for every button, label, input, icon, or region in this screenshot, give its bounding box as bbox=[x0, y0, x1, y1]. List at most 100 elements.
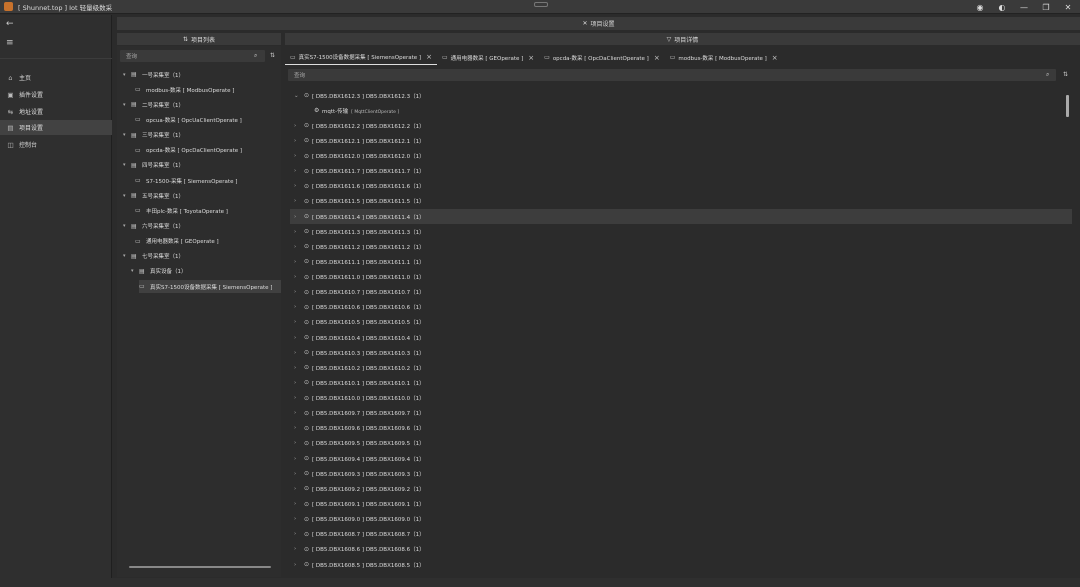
chevron-right-icon[interactable]: › bbox=[294, 244, 296, 250]
address-row[interactable]: › ⊙[ DB5.DBX1610.3 ] DB5.DBX1610.3（1） bbox=[290, 345, 1072, 360]
address-row[interactable]: › ⊙[ DB5.DBX1610.2 ] DB5.DBX1610.2（1） bbox=[290, 360, 1072, 375]
tree-group-node[interactable]: ▾ ▤ 七号采集室（1） bbox=[123, 250, 184, 263]
tree-device-node[interactable]: ▭ S7-1500-采集 [ SiemensOperate ] bbox=[135, 174, 237, 187]
tree-group-node[interactable]: ▾ ▤ 一号采集室（1） bbox=[123, 68, 184, 81]
address-row[interactable]: › ⊙[ DB5.DBX1609.6 ] DB5.DBX1609.6（1） bbox=[290, 421, 1072, 436]
address-row[interactable]: › ⊙[ DB5.DBX1611.7 ] DB5.DBX1611.7（1） bbox=[290, 164, 1072, 179]
vertical-scrollbar[interactable] bbox=[1066, 95, 1069, 117]
address-row[interactable]: › ⊙[ DB5.DBX1611.0 ] DB5.DBX1611.0（1） bbox=[290, 270, 1072, 285]
detail-sort-icon[interactable]: ⇅ bbox=[1063, 71, 1068, 78]
globe-icon[interactable]: ◉ bbox=[974, 3, 986, 12]
chevron-right-icon[interactable]: › bbox=[294, 335, 296, 341]
maximize-button[interactable]: ❐ bbox=[1040, 3, 1052, 12]
address-row[interactable]: › ⊙[ DB5.DBX1612.2 ] DB5.DBX1612.2（1） bbox=[290, 118, 1072, 133]
address-row[interactable]: › ⊙[ DB5.DBX1610.5 ] DB5.DBX1610.5（1） bbox=[290, 315, 1072, 330]
address-row[interactable]: › ⊙[ DB5.DBX1611.1 ] DB5.DBX1611.1（1） bbox=[290, 254, 1072, 269]
address-row[interactable]: › ⊙[ DB5.DBX1610.6 ] DB5.DBX1610.6（1） bbox=[290, 300, 1072, 315]
chevron-right-icon[interactable]: › bbox=[294, 380, 296, 386]
address-row[interactable]: › ⊙[ DB5.DBX1608.6 ] DB5.DBX1608.6（1） bbox=[290, 542, 1072, 557]
address-row[interactable]: › ⊙[ DB5.DBX1609.0 ] DB5.DBX1609.0（1） bbox=[290, 512, 1072, 527]
chevron-right-icon[interactable]: › bbox=[294, 214, 296, 220]
address-row[interactable]: › ⊙[ DB5.DBX1612.0 ] DB5.DBX1612.0（1） bbox=[290, 149, 1072, 164]
address-row[interactable]: › ⊙[ DB5.DBX1611.6 ] DB5.DBX1611.6（1） bbox=[290, 179, 1072, 194]
tab-close-icon[interactable]: × bbox=[772, 54, 778, 62]
device-tab[interactable]: ▭ opcda-数采 [ OpcDaClientOperate ] × bbox=[539, 50, 665, 65]
chevron-right-icon[interactable]: › bbox=[294, 183, 296, 189]
chevron-down-icon[interactable]: ▾ bbox=[123, 72, 131, 78]
address-row[interactable]: › ⊙[ DB5.DBX1609.5 ] DB5.DBX1609.5（1） bbox=[290, 436, 1072, 451]
chevron-right-icon[interactable]: › bbox=[294, 198, 296, 204]
sort-icon[interactable]: ⇅ bbox=[270, 52, 275, 59]
detail-search-icon[interactable]: ⌕ bbox=[1046, 71, 1049, 79]
chevron-down-icon[interactable]: ▾ bbox=[123, 193, 131, 199]
chevron-right-icon[interactable]: › bbox=[294, 319, 296, 325]
tree-device-node[interactable]: ▭ 通用电器数采 [ GEOperate ] bbox=[135, 235, 219, 248]
device-tab[interactable]: ▭ 通用电器数采 [ GEOperate ] × bbox=[437, 50, 539, 65]
address-row[interactable]: › ⊙[ DB5.DBX1609.4 ] DB5.DBX1609.4（1） bbox=[290, 451, 1072, 466]
tree-device-node[interactable]: ▭ modbus-数采 [ ModbusOperate ] bbox=[135, 83, 234, 96]
back-arrow-icon[interactable]: ← bbox=[6, 19, 14, 29]
address-row[interactable]: › ⊙[ DB5.DBX1610.4 ] DB5.DBX1610.4（1） bbox=[290, 330, 1072, 345]
chevron-right-icon[interactable]: › bbox=[294, 138, 296, 144]
chevron-right-icon[interactable]: › bbox=[294, 274, 296, 280]
chevron-down-icon[interactable]: ▾ bbox=[123, 253, 131, 259]
address-row[interactable]: › ⊙[ DB5.DBX1609.1 ] DB5.DBX1609.1（1） bbox=[290, 497, 1072, 512]
tree-group-node[interactable]: ▾ ▤ 真实设备（1） bbox=[131, 265, 187, 278]
chevron-right-icon[interactable]: › bbox=[294, 350, 296, 356]
tree-group-node[interactable]: ▾ ▤ 五号采集室（1） bbox=[123, 189, 184, 202]
chevron-right-icon[interactable]: › bbox=[294, 410, 296, 416]
search-icon[interactable]: ⌕ bbox=[254, 52, 257, 60]
chevron-right-icon[interactable]: › bbox=[294, 123, 296, 129]
address-row[interactable]: › ⊙[ DB5.DBX1611.4 ] DB5.DBX1611.4（1） bbox=[290, 209, 1072, 225]
chevron-right-icon[interactable]: › bbox=[294, 289, 296, 295]
tab-close-icon[interactable]: × bbox=[654, 54, 660, 62]
device-tab[interactable]: ▭ 真实S7-1500设备数据采集 [ SiemensOperate ] × bbox=[285, 50, 437, 65]
tab-close-icon[interactable]: × bbox=[426, 53, 432, 61]
chevron-down-icon[interactable]: ▾ bbox=[123, 132, 131, 138]
address-row[interactable]: › ⊙[ DB5.DBX1610.1 ] DB5.DBX1610.1（1） bbox=[290, 375, 1072, 390]
tree-device-node[interactable]: ▭ 丰田plc-数采 [ ToyotaOperate ] bbox=[135, 204, 228, 217]
chevron-right-icon[interactable]: › bbox=[294, 546, 296, 552]
address-row[interactable]: ⌄ ⊙[ DB5.DBX1612.3 ] DB5.DBX1612.3（1） bbox=[290, 88, 1072, 103]
nav-item-home[interactable]: ⌂ 主页 bbox=[0, 70, 112, 85]
chevron-right-icon[interactable]: › bbox=[294, 501, 296, 507]
chevron-right-icon[interactable]: › bbox=[294, 365, 296, 371]
address-row[interactable]: › ⊙[ DB5.DBX1611.5 ] DB5.DBX1611.5（1） bbox=[290, 194, 1072, 209]
address-row[interactable]: › ⊙[ DB5.DBX1608.7 ] DB5.DBX1608.7（1） bbox=[290, 527, 1072, 542]
drag-grip-icon[interactable] bbox=[534, 2, 548, 7]
chevron-down-icon[interactable]: ▾ bbox=[123, 223, 131, 229]
address-row[interactable]: › ⊙[ DB5.DBX1611.2 ] DB5.DBX1611.2（1） bbox=[290, 239, 1072, 254]
tree-group-node[interactable]: ▾ ▤ 三号采集室（1） bbox=[123, 129, 184, 142]
address-row[interactable]: › ⊙[ DB5.DBX1610.7 ] DB5.DBX1610.7（1） bbox=[290, 285, 1072, 300]
tree-device-node[interactable]: ▭ 真实S7-1500设备数据采集 [ SiemensOperate ] bbox=[139, 280, 281, 294]
nav-item-console[interactable]: ◫ 控制台 bbox=[0, 137, 112, 152]
address-row[interactable]: › ⊙[ DB5.DBX1609.3 ] DB5.DBX1609.3（1） bbox=[290, 466, 1072, 481]
chevron-right-icon[interactable]: › bbox=[294, 425, 296, 431]
tree-group-node[interactable]: ▾ ▤ 二号采集室（1） bbox=[123, 98, 184, 111]
chevron-down-icon[interactable]: ▾ bbox=[131, 268, 139, 274]
tree-group-node[interactable]: ▾ ▤ 六号采集室（1） bbox=[123, 220, 184, 233]
chevron-right-icon[interactable]: › bbox=[294, 259, 296, 265]
chevron-right-icon[interactable]: › bbox=[294, 304, 296, 310]
horizontal-scrollbar[interactable] bbox=[129, 566, 271, 568]
chevron-right-icon[interactable]: › bbox=[294, 229, 296, 235]
address-row[interactable]: › ⊙[ DB5.DBX1611.3 ] DB5.DBX1611.3（1） bbox=[290, 224, 1072, 239]
minimize-button[interactable]: — bbox=[1018, 3, 1030, 12]
hamburger-menu-icon[interactable]: ≡ bbox=[6, 38, 14, 48]
chevron-right-icon[interactable]: › bbox=[294, 516, 296, 522]
chevron-right-icon[interactable]: › bbox=[294, 440, 296, 446]
chevron-down-icon[interactable]: ⌄ bbox=[294, 93, 299, 99]
chevron-right-icon[interactable]: › bbox=[294, 168, 296, 174]
chevron-right-icon[interactable]: › bbox=[294, 153, 296, 159]
nav-item-address-settings[interactable]: ⇆ 地址设置 bbox=[0, 104, 112, 119]
chevron-right-icon[interactable]: › bbox=[294, 471, 296, 477]
address-row[interactable]: › ⊙[ DB5.DBX1608.5 ] DB5.DBX1608.5（1） bbox=[290, 557, 1072, 572]
close-button[interactable]: ✕ bbox=[1062, 3, 1074, 12]
address-row[interactable]: › ⊙[ DB5.DBX1609.7 ] DB5.DBX1609.7（1） bbox=[290, 406, 1072, 421]
chevron-right-icon[interactable]: › bbox=[294, 562, 296, 568]
address-row[interactable]: › ⊙[ DB5.DBX1610.0 ] DB5.DBX1610.0（1） bbox=[290, 391, 1072, 406]
tree-group-node[interactable]: ▾ ▤ 四号采集室（1） bbox=[123, 159, 184, 172]
tab-close-icon[interactable]: × bbox=[528, 54, 534, 62]
chevron-right-icon[interactable]: › bbox=[294, 456, 296, 462]
nav-item-project-settings[interactable]: ▤ 项目设置 bbox=[0, 120, 112, 135]
